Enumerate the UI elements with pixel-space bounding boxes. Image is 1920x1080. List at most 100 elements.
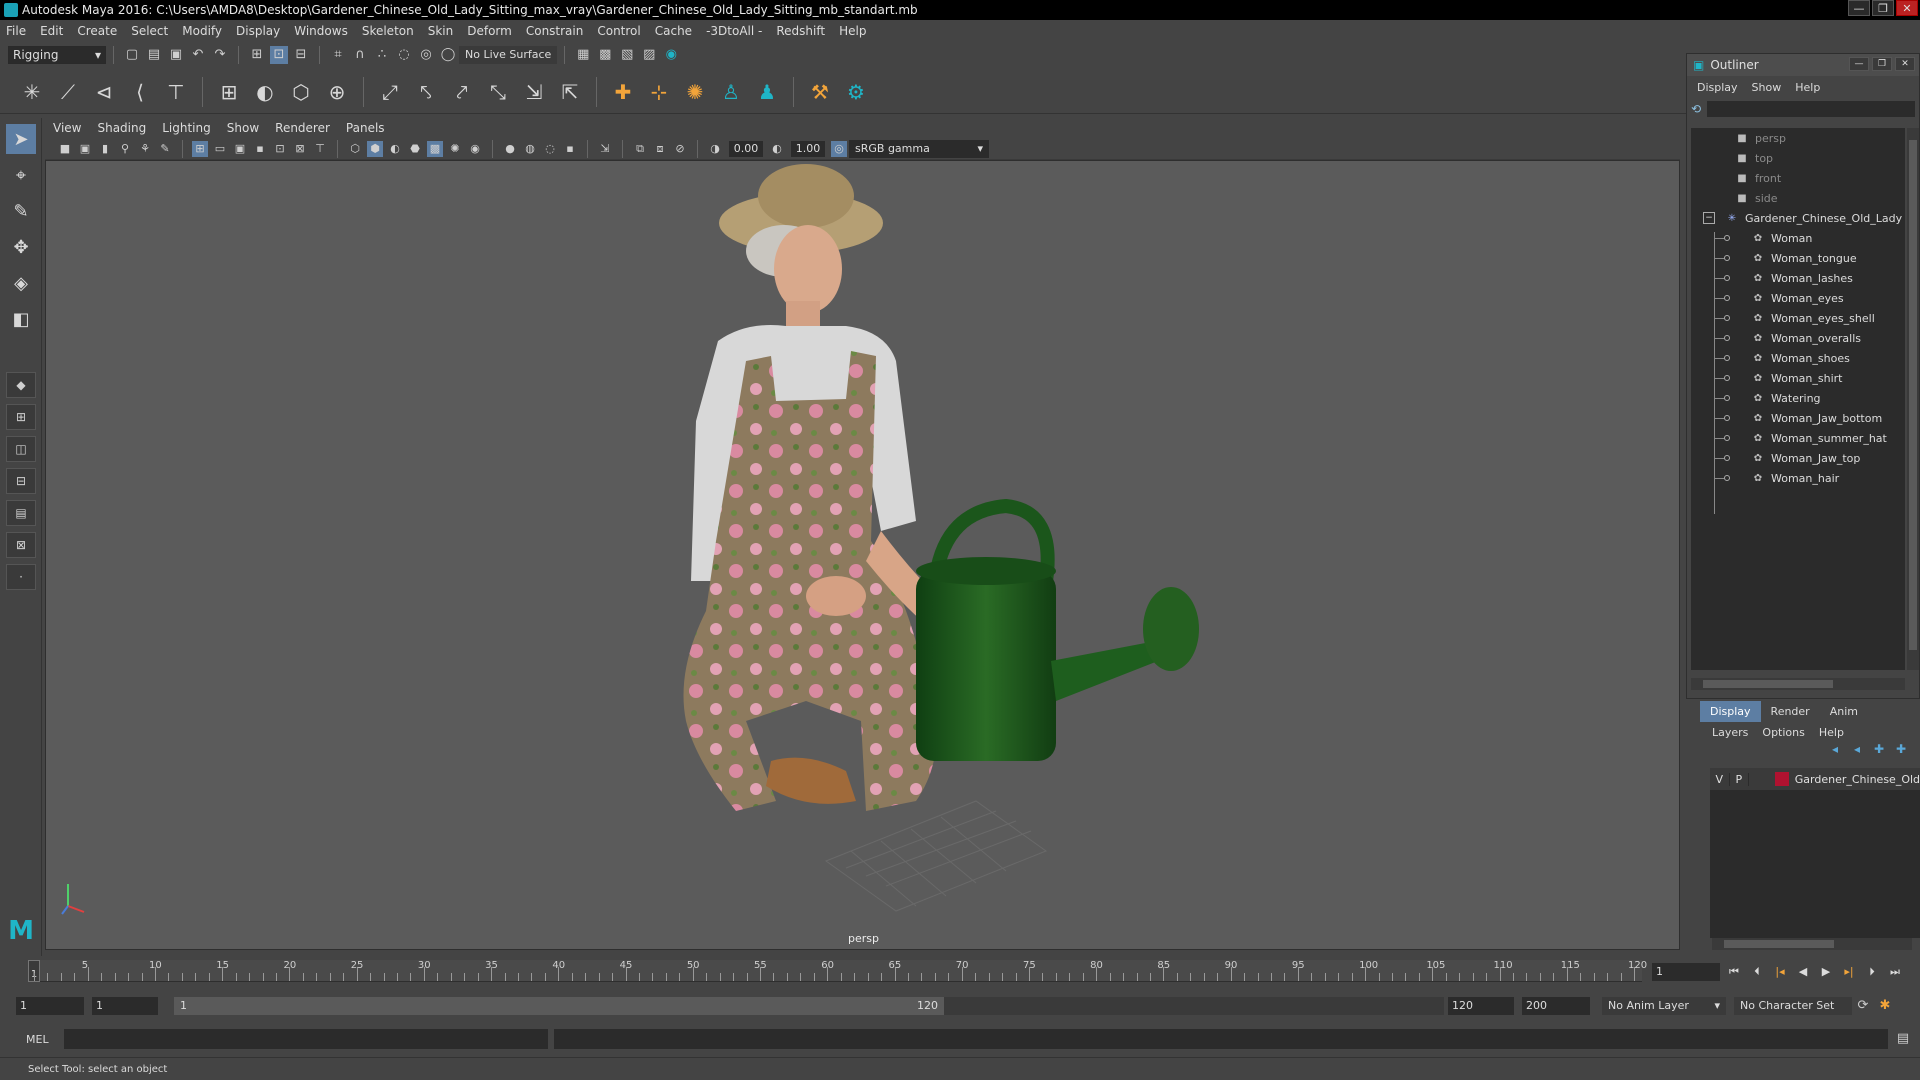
outliner-item-mesh[interactable]: ✿ Woman_overalls bbox=[1691, 328, 1905, 348]
perspective-viewport[interactable]: persp bbox=[45, 160, 1680, 950]
snap-point-icon[interactable]: ∴ bbox=[373, 46, 391, 64]
minimize-button[interactable]: — bbox=[1849, 57, 1869, 71]
menu-control[interactable]: Control bbox=[597, 24, 640, 38]
layer-menu-help[interactable]: Help bbox=[1819, 726, 1844, 739]
outliner-item-camera[interactable]: ■ side bbox=[1691, 188, 1905, 208]
layer-menu-options[interactable]: Options bbox=[1762, 726, 1804, 739]
persp-graph-layout-icon[interactable]: ▤ bbox=[6, 500, 36, 526]
outliner-item-mesh[interactable]: ✿ Woman_Jaw_top bbox=[1691, 448, 1905, 468]
tab-anim[interactable]: Anim bbox=[1820, 701, 1868, 722]
shadows-icon[interactable]: ◉ bbox=[467, 141, 483, 157]
close-button[interactable]: ✕ bbox=[1895, 57, 1915, 71]
playback-end-field[interactable]: 120 bbox=[1448, 997, 1514, 1015]
outliner-vertical-scrollbar[interactable] bbox=[1907, 128, 1919, 670]
textured-icon[interactable]: ▩ bbox=[427, 140, 443, 157]
set-driven-key-icon[interactable]: ✺ bbox=[682, 79, 708, 105]
vp-menu-panels[interactable]: Panels bbox=[346, 121, 385, 135]
joint-orient-icon[interactable]: ⊹ bbox=[646, 79, 672, 105]
step-forward-key-icon[interactable]: ▸| bbox=[1839, 963, 1859, 981]
cluster-icon[interactable]: ⊕ bbox=[324, 79, 350, 105]
play-forward-icon[interactable]: ▶ bbox=[1816, 963, 1836, 981]
save-scene-icon[interactable]: ▣ bbox=[167, 46, 185, 64]
anti-aliasing-icon[interactable]: ◌ bbox=[542, 141, 558, 157]
open-scene-icon[interactable]: ▤ bbox=[145, 46, 163, 64]
layer-horizontal-scrollbar[interactable] bbox=[1712, 938, 1912, 950]
select-tool-icon[interactable]: ➤ bbox=[6, 124, 36, 154]
render-frame-icon[interactable]: ▩ bbox=[596, 46, 614, 64]
field-chart-icon[interactable]: ⊡ bbox=[272, 141, 288, 157]
play-backward-icon[interactable]: ◀ bbox=[1793, 963, 1813, 981]
skin-tool-icon[interactable]: ⚙ bbox=[843, 79, 869, 105]
use-default-material-icon[interactable]: ◐ bbox=[387, 141, 403, 157]
minimize-button[interactable]: — bbox=[1848, 0, 1870, 16]
hik-control-icon[interactable]: ♟ bbox=[754, 79, 780, 105]
exposure-field[interactable]: 0.00 bbox=[729, 140, 763, 157]
new-layer-selected-icon[interactable]: ✚ bbox=[1890, 742, 1912, 762]
outliner-item-mesh[interactable]: ✿ Woman_shirt bbox=[1691, 368, 1905, 388]
command-language-toggle[interactable]: MEL bbox=[26, 1033, 64, 1046]
outliner-item-mesh[interactable]: ✿ Woman_summer_hat bbox=[1691, 428, 1905, 448]
menu-select[interactable]: Select bbox=[131, 24, 168, 38]
persp-outliner-layout-icon[interactable]: ⊟ bbox=[6, 468, 36, 494]
menu-file[interactable]: File bbox=[6, 24, 26, 38]
outliner-item-camera[interactable]: ■ front bbox=[1691, 168, 1905, 188]
parent-constraint-icon[interactable]: ⤢ bbox=[377, 79, 403, 105]
point-constraint-icon[interactable]: ⤣ bbox=[413, 79, 439, 105]
gamma-icon[interactable]: ◐ bbox=[769, 141, 785, 157]
move-tool-icon[interactable]: ✥ bbox=[6, 232, 36, 262]
screen-space-ao-icon[interactable]: ● bbox=[502, 141, 518, 157]
layer-color-swatch[interactable] bbox=[1774, 772, 1789, 786]
layer-playback-toggle[interactable]: P bbox=[1730, 772, 1750, 786]
safe-title-icon[interactable]: ⊤ bbox=[312, 141, 328, 157]
outliner-item-mesh[interactable]: ✿ Woman_shoes bbox=[1691, 348, 1905, 368]
scale-constraint-icon[interactable]: ⤡ bbox=[485, 79, 511, 105]
xray-joints-icon[interactable]: ⧈ bbox=[652, 141, 668, 157]
two-d-pan-icon[interactable]: ⚘ bbox=[137, 141, 153, 157]
resolution-gate-icon[interactable]: ▣ bbox=[232, 141, 248, 157]
snap-surface-icon[interactable]: ◎ bbox=[417, 46, 435, 64]
animation-end-field[interactable]: 200 bbox=[1522, 997, 1590, 1015]
outliner-item-mesh[interactable]: ✿ Woman_hair bbox=[1691, 468, 1905, 488]
close-button[interactable]: ✕ bbox=[1896, 0, 1918, 16]
outliner-menu-help[interactable]: Help bbox=[1795, 81, 1820, 94]
bind-skin-icon[interactable]: ⊞ bbox=[216, 79, 242, 105]
image-plane-icon[interactable]: ⚲ bbox=[117, 141, 133, 157]
outliner-item-mesh[interactable]: ✿ Watering bbox=[1691, 388, 1905, 408]
menu-display[interactable]: Display bbox=[236, 24, 280, 38]
animation-prefs-icon[interactable]: ✱ bbox=[1876, 997, 1894, 1015]
wireframe-on-shaded-icon[interactable]: ⬣ bbox=[407, 141, 423, 157]
render-settings-icon[interactable]: ▨ bbox=[640, 46, 658, 64]
quick-rig-icon[interactable]: ⚒ bbox=[807, 79, 833, 105]
select-object-icon[interactable]: ⊡ bbox=[270, 46, 288, 64]
layer-visibility-toggle[interactable]: V bbox=[1710, 772, 1730, 786]
gate-mask-icon[interactable]: ▪ bbox=[252, 141, 268, 157]
layer-menu-layers[interactable]: Layers bbox=[1712, 726, 1748, 739]
step-forward-icon[interactable]: ⏵ bbox=[1862, 963, 1882, 981]
gamma-field[interactable]: 1.00 bbox=[791, 140, 825, 157]
menu-set-dropdown[interactable]: Rigging ▾ bbox=[8, 46, 106, 64]
snap-curve-icon[interactable]: ∩ bbox=[351, 46, 369, 64]
range-slider-handle[interactable]: 1 120 bbox=[174, 997, 944, 1015]
exposure-icon[interactable]: ◑ bbox=[707, 141, 723, 157]
film-gate-icon[interactable]: ▭ bbox=[212, 141, 228, 157]
vp-menu-show[interactable]: Show bbox=[227, 121, 259, 135]
step-back-key-icon[interactable]: |◂ bbox=[1770, 963, 1790, 981]
scale-tool-icon[interactable]: ◧ bbox=[6, 304, 36, 334]
menu-3dtoall[interactable]: -3DtoAll - bbox=[706, 24, 762, 38]
step-back-icon[interactable]: ⏴ bbox=[1747, 963, 1767, 981]
lattice-icon[interactable]: ⬡ bbox=[288, 79, 314, 105]
outliner-item-mesh[interactable]: ✿ Woman_Jaw_bottom bbox=[1691, 408, 1905, 428]
rotate-tool-icon[interactable]: ◈ bbox=[6, 268, 36, 298]
outliner-item-mesh[interactable]: ✿ Woman_lashes bbox=[1691, 268, 1905, 288]
lasso-tool-icon[interactable]: ⌖ bbox=[6, 160, 36, 190]
hypershade-icon[interactable]: ◉ bbox=[662, 46, 680, 64]
menu-redshift[interactable]: Redshift bbox=[776, 24, 825, 38]
color-management-icon[interactable]: ◎ bbox=[831, 140, 847, 157]
current-frame-field[interactable]: 1 bbox=[1652, 963, 1720, 981]
outliner-item-camera[interactable]: ■ persp bbox=[1691, 128, 1905, 148]
aim-constraint-icon[interactable]: ⇲ bbox=[521, 79, 547, 105]
vp-menu-shading[interactable]: Shading bbox=[97, 121, 146, 135]
anim-layer-dropdown[interactable]: No Anim Layer ▾ bbox=[1602, 997, 1726, 1015]
isolate-select-icon[interactable]: ⇲ bbox=[597, 141, 613, 157]
range-slider[interactable]: 1 120 bbox=[174, 997, 1444, 1015]
